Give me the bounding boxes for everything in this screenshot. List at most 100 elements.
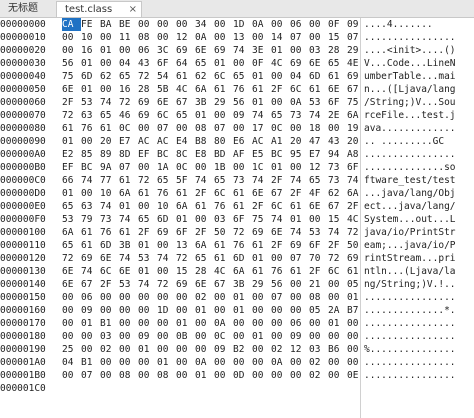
hex-byte[interactable]: 00 [214, 304, 233, 317]
hex-byte[interactable]: 8C [176, 148, 195, 161]
hex-row[interactable]: 01 00 10 6A 61 76 61 2F 6C 61 6E 67 2F 4F 62 6A [62, 187, 360, 200]
hex-byte[interactable]: 1D [233, 18, 252, 31]
hex-byte[interactable]: 73 [328, 161, 347, 174]
hex-byte[interactable]: 15 [328, 213, 347, 226]
hex-byte[interactable]: 00 [157, 343, 176, 356]
hex-byte[interactable]: 00 [62, 304, 81, 317]
hex-byte[interactable]: 69 [214, 44, 233, 57]
hex-byte[interactable]: 00 [176, 356, 195, 369]
hex-byte[interactable]: 00 [176, 291, 195, 304]
hex-byte[interactable]: 72 [138, 70, 157, 83]
ascii-row[interactable]: System...out...L [364, 213, 474, 226]
ascii-column[interactable]: ....4....................... ....<init>..… [364, 18, 474, 418]
hex-byte[interactable]: 00 [233, 330, 252, 343]
hex-byte[interactable]: 61 [81, 239, 100, 252]
hex-byte[interactable]: 00 [81, 187, 100, 200]
hex-byte[interactable]: 0A [195, 356, 214, 369]
hex-byte[interactable]: 6A [119, 187, 138, 200]
hex-byte[interactable]: 5B [157, 83, 176, 96]
hex-byte[interactable]: 0C [271, 122, 290, 135]
hex-row[interactable]: 2F 53 74 72 69 6E 67 3B 29 56 01 00 0A 53 6F 75 [62, 96, 360, 109]
hex-byte[interactable]: B1 [100, 317, 119, 330]
hex-byte[interactable]: 70 [309, 252, 328, 265]
hex-byte[interactable]: 17 [252, 122, 271, 135]
hex-byte[interactable]: 00 [252, 317, 271, 330]
hex-byte[interactable]: 6D [81, 70, 100, 83]
hex-byte[interactable]: 65 [195, 57, 214, 70]
hex-byte[interactable]: 01 [100, 44, 119, 57]
hex-byte[interactable]: 00 [62, 317, 81, 330]
hex-byte[interactable]: 08 [309, 291, 328, 304]
hex-byte[interactable]: 6E [62, 278, 81, 291]
hex-byte[interactable]: 65 [328, 57, 347, 70]
hex-byte[interactable]: 0A [271, 356, 290, 369]
hex-byte[interactable]: 6A [195, 83, 214, 96]
hex-byte[interactable]: 00 [290, 278, 309, 291]
hex-byte[interactable]: 72 [119, 96, 138, 109]
hex-byte[interactable]: 75 [62, 70, 81, 83]
hex-byte[interactable]: 61 [233, 187, 252, 200]
hex-byte[interactable]: 95 [290, 148, 309, 161]
hex-row[interactable]: 53 79 73 74 65 6D 01 00 03 6F 75 74 01 00 15 4C [62, 213, 360, 226]
hex-byte[interactable]: 61 [252, 83, 271, 96]
hex-byte[interactable]: EF [62, 161, 81, 174]
ascii-row[interactable]: ................ [364, 31, 474, 44]
hex-byte[interactable]: 0A [290, 96, 309, 109]
hex-row[interactable]: 00 01 B1 00 00 00 01 00 0A 00 00 00 06 00 01 00 [62, 317, 360, 330]
hex-byte[interactable]: 76 [100, 226, 119, 239]
hex-byte[interactable]: 0B [176, 330, 195, 343]
hex-byte[interactable]: E5 [252, 148, 271, 161]
hex-byte[interactable]: 09 [233, 109, 252, 122]
hex-byte[interactable]: 01 [252, 70, 271, 83]
hex-byte[interactable]: 6F [233, 213, 252, 226]
hex-byte[interactable]: 77 [100, 174, 119, 187]
hex-byte[interactable]: 10 [100, 187, 119, 200]
hex-byte[interactable]: 00 [157, 330, 176, 343]
hex-byte[interactable]: 00 [252, 304, 271, 317]
hex-byte[interactable]: 00 [214, 31, 233, 44]
hex-byte[interactable]: 6F [328, 96, 347, 109]
hex-byte[interactable]: 0F [252, 57, 271, 70]
hex-byte[interactable]: 62 [100, 70, 119, 83]
hex-byte[interactable]: 09 [138, 330, 157, 343]
hex-byte[interactable]: 76 [214, 200, 233, 213]
hex-byte[interactable]: BD [214, 148, 233, 161]
hex-byte[interactable]: 6F [157, 57, 176, 70]
hex-row[interactable]: 00 10 00 11 08 00 12 0A 00 13 00 14 07 00 15 07 [62, 31, 360, 44]
hex-byte[interactable]: 4C [214, 265, 233, 278]
hex-byte[interactable]: 02 [100, 343, 119, 356]
hex-byte[interactable]: 74 [100, 96, 119, 109]
hex-byte[interactable]: 2F [252, 200, 271, 213]
hex-byte[interactable]: 63 [81, 200, 100, 213]
hex-byte[interactable]: 00 [214, 18, 233, 31]
hex-byte[interactable]: 6A [62, 226, 81, 239]
hex-byte[interactable]: 79 [81, 213, 100, 226]
hex-byte[interactable]: 01 [233, 304, 252, 317]
hex-byte[interactable]: 01 [214, 57, 233, 70]
ascii-row[interactable]: ntln...(Ljava/la [364, 265, 474, 278]
hex-byte[interactable]: 0F [328, 18, 347, 31]
hex-byte[interactable]: 53 [309, 226, 328, 239]
hex-byte[interactable]: 76 [233, 239, 252, 252]
hex-byte[interactable]: 01 [271, 161, 290, 174]
hex-byte[interactable]: 2F [100, 278, 119, 291]
ascii-row[interactable]: rceFile...test.j [364, 109, 474, 122]
ascii-row[interactable]: ................ [364, 291, 474, 304]
hex-byte[interactable]: 00 [62, 369, 81, 382]
hex-row[interactable]: 25 00 02 00 01 00 00 00 09 B2 00 02 12 03 B6 00 [62, 343, 360, 356]
hex-byte[interactable]: 65 [214, 174, 233, 187]
ascii-row[interactable]: ect...java/lang/ [364, 200, 474, 213]
hex-row[interactable]: CA FE BA BE 00 00 00 34 00 1D 0A 00 06 00 0F 09 [62, 18, 360, 31]
hex-byte[interactable]: 11 [119, 31, 138, 44]
hex-byte[interactable]: 00 [119, 291, 138, 304]
hex-byte[interactable]: 06 [138, 44, 157, 57]
hex-byte[interactable]: 00 [214, 356, 233, 369]
selected-byte[interactable]: CA [62, 18, 81, 31]
hex-byte[interactable]: 3B [119, 239, 138, 252]
hex-byte[interactable]: 67 [176, 96, 195, 109]
hex-byte[interactable]: E6 [233, 135, 252, 148]
hex-byte[interactable]: AC [157, 135, 176, 148]
hex-byte[interactable]: 00 [309, 317, 328, 330]
hex-byte[interactable]: 00 [176, 122, 195, 135]
hex-byte[interactable]: 69 [176, 278, 195, 291]
